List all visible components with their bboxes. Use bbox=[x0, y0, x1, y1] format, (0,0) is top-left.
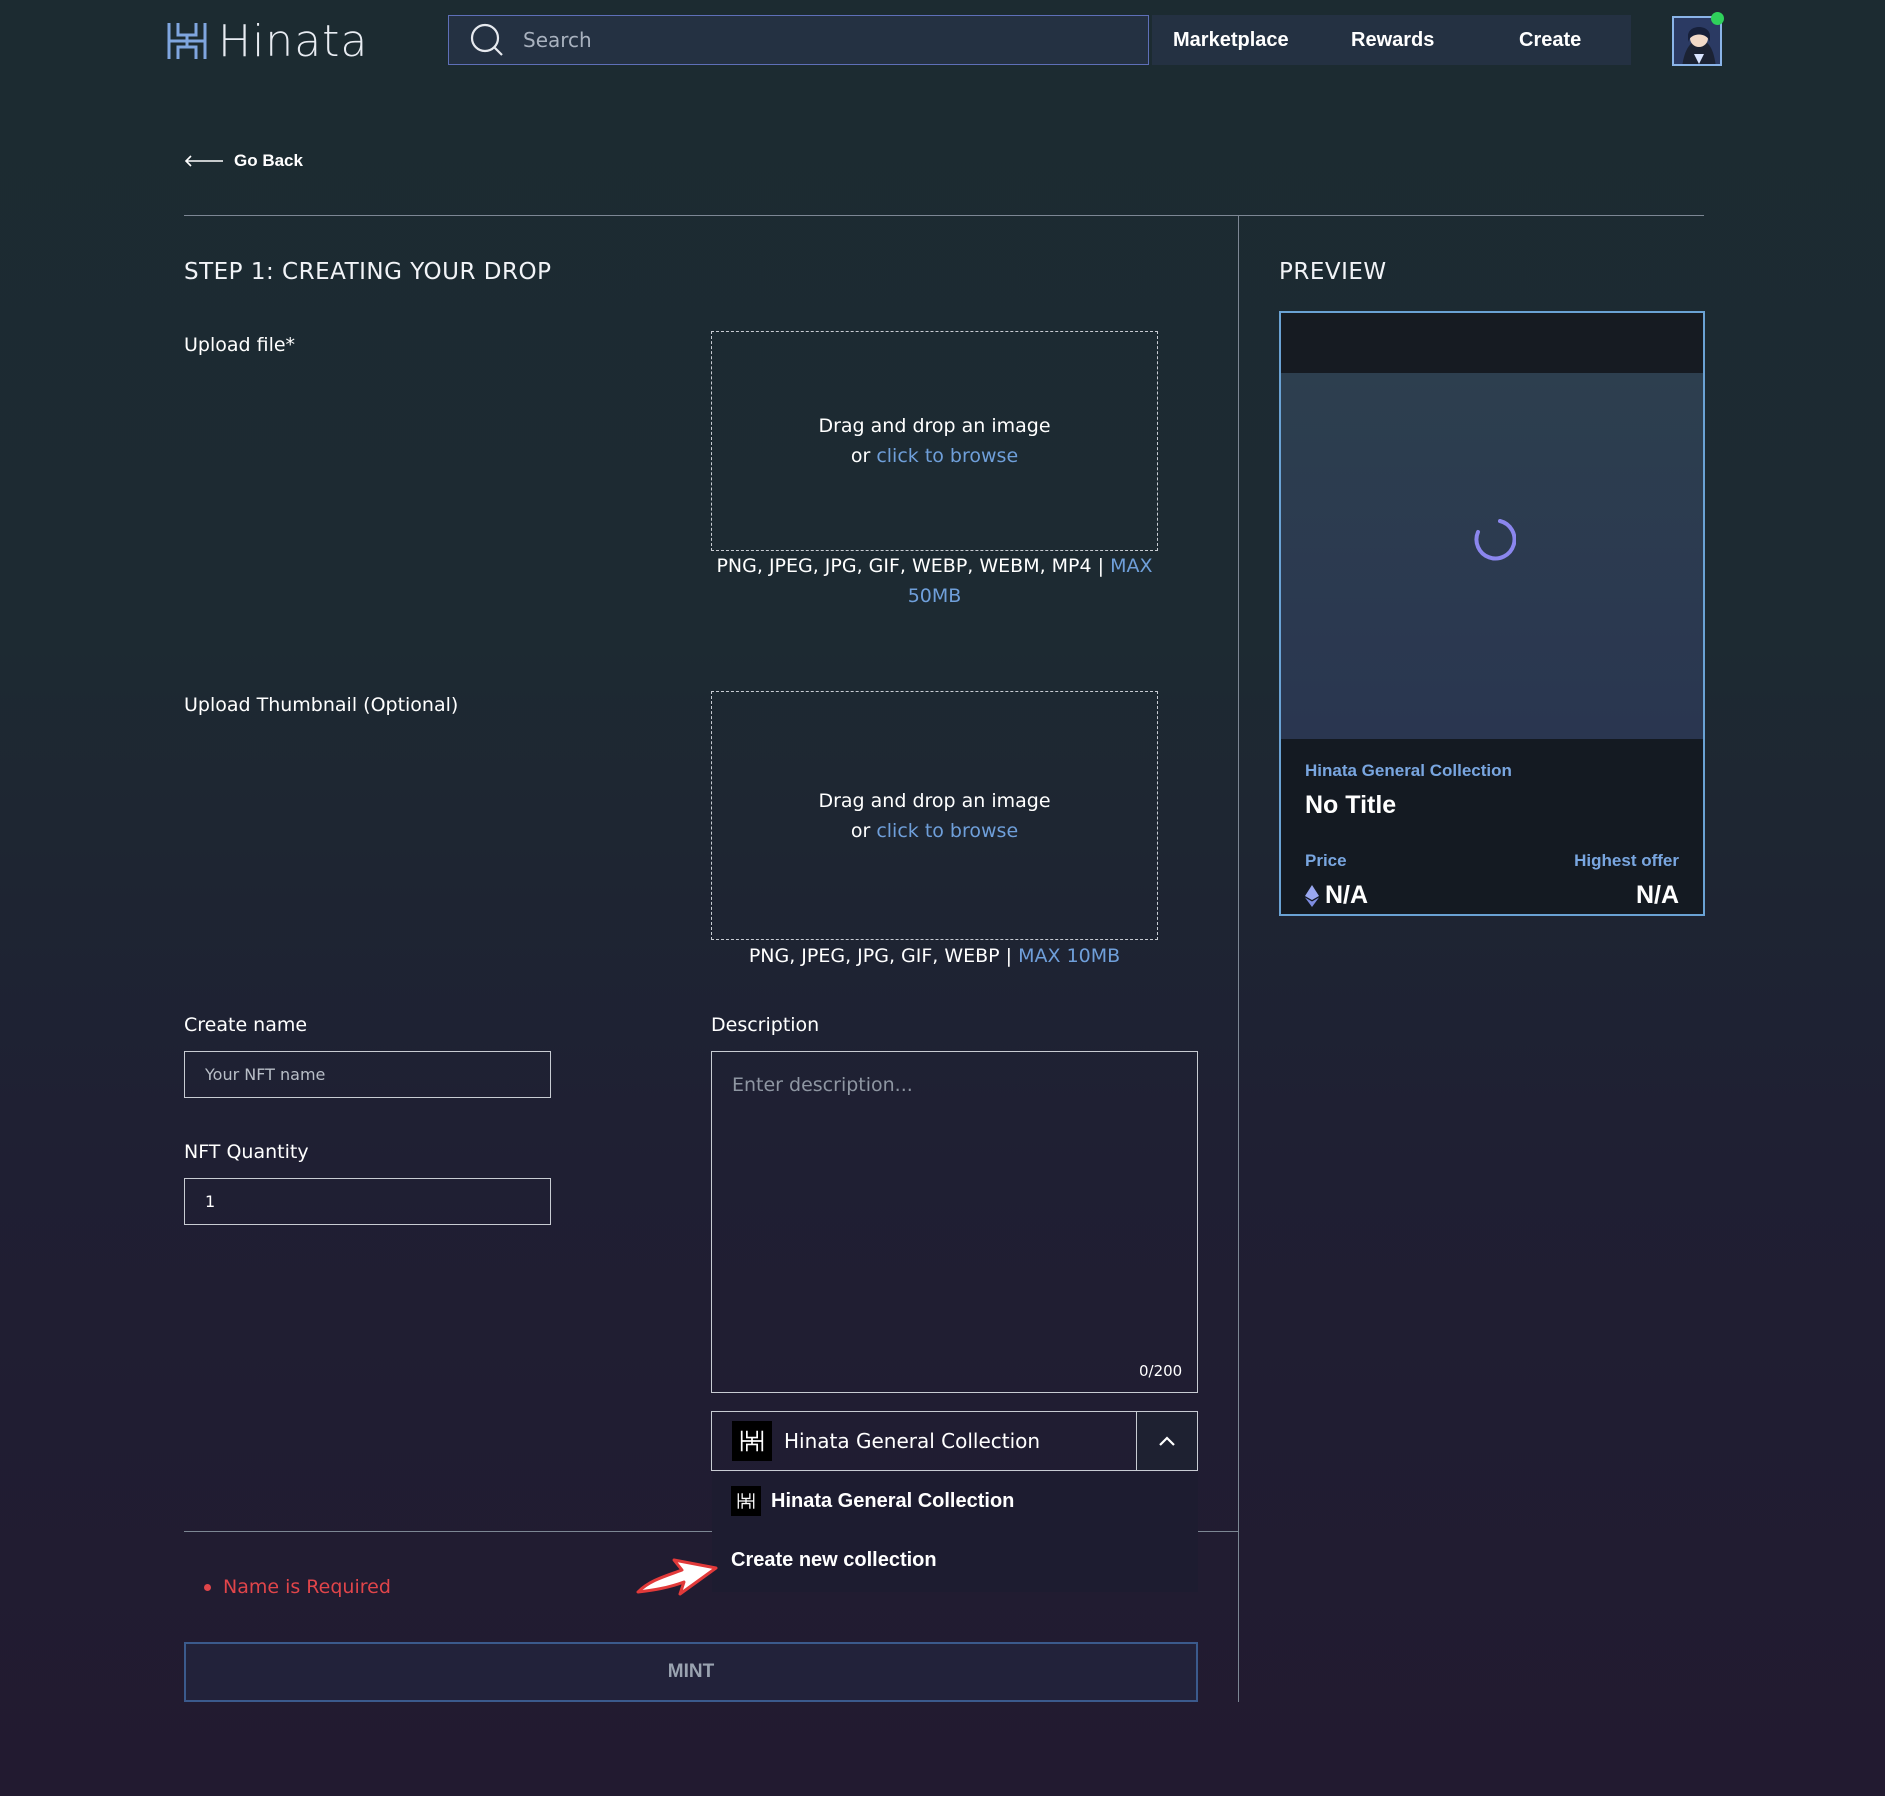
collection-logo-icon bbox=[732, 1421, 772, 1461]
top-nav: Marketplace Rewards Create bbox=[1152, 15, 1631, 65]
preview-offer-value: N/A bbox=[1635, 881, 1679, 909]
name-required-error: Name is Required bbox=[204, 1576, 391, 1598]
preview-card-header bbox=[1281, 313, 1703, 373]
upload-file-label: Upload file* bbox=[184, 334, 296, 356]
error-text: Name is Required bbox=[223, 1576, 391, 1598]
description-label: Description bbox=[711, 1014, 820, 1036]
arrow-left-icon bbox=[184, 155, 223, 167]
mint-button[interactable]: MINT bbox=[184, 1642, 1198, 1702]
top-divider bbox=[184, 215, 1704, 216]
avatar-image bbox=[1674, 18, 1720, 64]
description-textarea[interactable] bbox=[711, 1051, 1198, 1393]
dropdown-option-create-new[interactable]: Create new collection bbox=[731, 1549, 937, 1572]
preview-price-label: Price bbox=[1305, 851, 1347, 870]
loading-spinner-icon bbox=[1474, 519, 1516, 561]
preview-title: PREVIEW bbox=[1279, 259, 1387, 285]
go-back-label: Go Back bbox=[234, 151, 303, 170]
thumbnail-formats-list: PNG, JPEG, JPG, GIF, WEBP | bbox=[748, 945, 1013, 967]
go-back-link[interactable]: Go Back bbox=[184, 151, 303, 171]
nav-marketplace[interactable]: Marketplace bbox=[1173, 29, 1289, 52]
dropzone-text: Drag and drop an image bbox=[818, 415, 1051, 437]
bottom-divider-left bbox=[184, 1531, 712, 1532]
preview-offer-label: Highest offer bbox=[1574, 851, 1679, 870]
thumbnail-click-to-browse-link[interactable]: click to browse bbox=[876, 820, 1018, 842]
chevron-up-icon bbox=[1159, 1436, 1175, 1446]
search-icon bbox=[470, 23, 503, 56]
thumbnail-max-size: MAX 10MB bbox=[1018, 945, 1121, 967]
click-to-browse-link[interactable]: click to browse bbox=[876, 445, 1018, 467]
online-status-dot bbox=[1711, 12, 1724, 25]
thumbnail-formats: PNG, JPEG, JPG, GIF, WEBP | MAX 10MB bbox=[711, 941, 1158, 971]
preview-collection-name[interactable]: Hinata General Collection bbox=[1305, 761, 1512, 781]
collection-select[interactable]: Hinata General Collection bbox=[711, 1411, 1198, 1471]
dropdown-option-general-label: Hinata General Collection bbox=[771, 1489, 1015, 1512]
dropzone-or: or bbox=[850, 445, 871, 467]
preview-card: Hinata General Collection No Title Price… bbox=[1279, 311, 1705, 916]
collection-option-logo-icon bbox=[731, 1486, 761, 1516]
search-bar[interactable] bbox=[448, 15, 1149, 65]
preview-media bbox=[1281, 373, 1703, 739]
red-annotation-arrow-icon bbox=[636, 1558, 718, 1596]
dropdown-option-create-new-label: Create new collection bbox=[731, 1549, 937, 1571]
thumbnail-browse-line: or click to browse bbox=[851, 816, 1018, 846]
preview-nft-title: No Title bbox=[1305, 791, 1397, 819]
preview-price-value: N/A bbox=[1325, 881, 1369, 909]
ethereum-icon bbox=[1305, 884, 1319, 907]
nav-create[interactable]: Create bbox=[1519, 29, 1581, 52]
quantity-label: NFT Quantity bbox=[184, 1141, 309, 1163]
thumbnail-dropzone[interactable]: Drag and drop an image or click to brows… bbox=[711, 691, 1158, 940]
step-title: STEP 1: CREATING YOUR DROP bbox=[184, 259, 552, 285]
bottom-divider-right bbox=[1198, 1531, 1238, 1532]
dropzone-browse-line: or click to browse bbox=[851, 441, 1018, 471]
name-label: Create name bbox=[184, 1014, 308, 1036]
dropdown-option-general[interactable]: Hinata General Collection bbox=[731, 1486, 1014, 1516]
collection-dropdown: Hinata General Collection Create new col… bbox=[712, 1472, 1198, 1592]
nav-rewards[interactable]: Rewards bbox=[1351, 29, 1434, 52]
collection-toggle-button[interactable] bbox=[1136, 1412, 1197, 1470]
upload-thumbnail-label: Upload Thumbnail (Optional) bbox=[184, 694, 459, 716]
logo[interactable]: Hinata bbox=[166, 15, 369, 67]
column-divider bbox=[1238, 215, 1239, 1702]
error-bullet-icon bbox=[204, 1583, 211, 1591]
thumbnail-dropzone-text: Drag and drop an image bbox=[818, 789, 1051, 812]
file-formats-list: PNG, JPEG, JPG, GIF, WEBP, WEBM, MP4 | bbox=[716, 555, 1105, 577]
logo-text: Hinata bbox=[218, 15, 369, 67]
nft-name-input[interactable] bbox=[184, 1051, 551, 1098]
collection-select-value: Hinata General Collection bbox=[784, 1429, 1041, 1453]
nft-quantity-input[interactable] bbox=[184, 1178, 551, 1225]
preview-price: N/A bbox=[1305, 881, 1368, 910]
thumbnail-dropzone-or: or bbox=[850, 819, 871, 842]
file-dropzone[interactable]: Drag and drop an image or click to brows… bbox=[711, 331, 1158, 551]
search-input[interactable] bbox=[523, 28, 1123, 52]
description-char-count: 0/200 bbox=[1139, 1362, 1183, 1380]
file-formats: PNG, JPEG, JPG, GIF, WEBP, WEBM, MP4 | M… bbox=[711, 551, 1158, 611]
preview-card-body: Hinata General Collection No Title Price… bbox=[1281, 739, 1703, 914]
hinata-logo-icon bbox=[166, 21, 208, 61]
